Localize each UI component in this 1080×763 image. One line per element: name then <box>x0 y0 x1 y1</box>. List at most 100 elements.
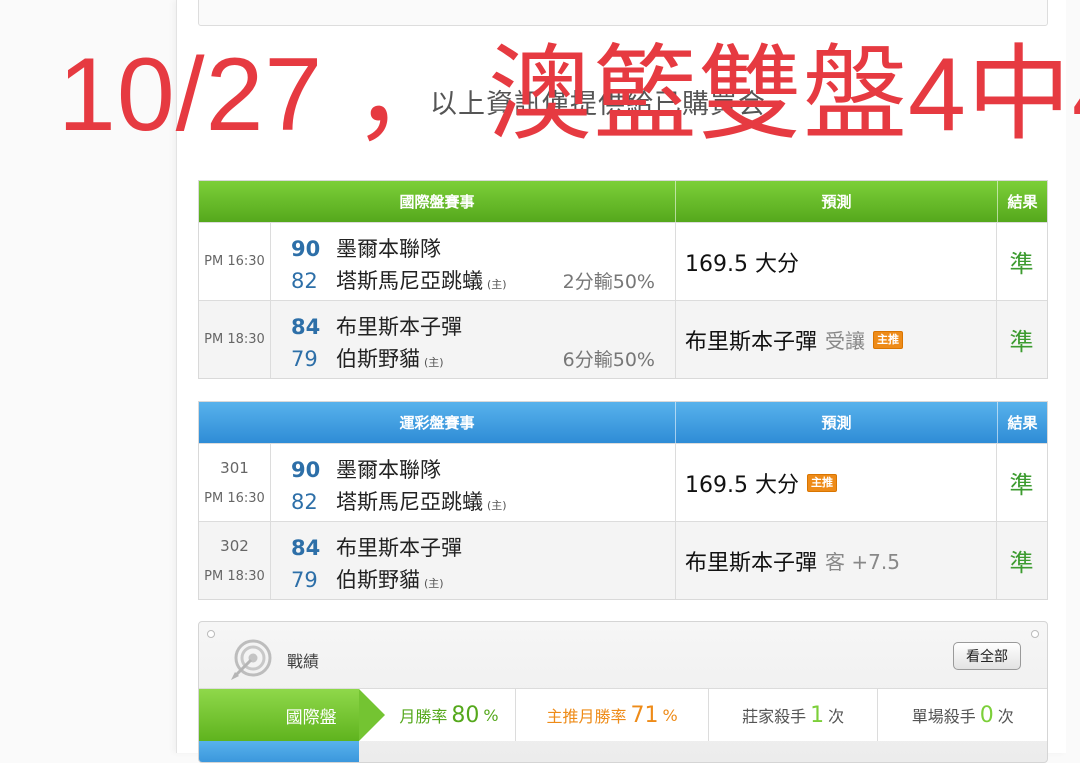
sports-lottery-prediction-table: 運彩盤賽事 預測 結果 301 PM 16:30 90 墨爾本聯隊 82 塔斯馬… <box>198 401 1048 600</box>
team-home: 82 塔斯馬尼亞跳蟻 (主) <box>291 265 507 295</box>
table-row: PM 18:30 84 布里斯本子彈 79 伯斯野貓 (主) 6分輸50% 布里… <box>199 300 1047 378</box>
teams-cell: 90 墨爾本聯隊 82 塔斯馬尼亞跳蟻 (主) <box>271 444 676 521</box>
corner-dot-icon <box>1031 630 1039 638</box>
team-score: 84 <box>291 315 321 339</box>
prediction-text: 布里斯本子彈 <box>685 550 818 576</box>
header-prediction: 預測 <box>676 181 998 222</box>
international-prediction-table: 國際盤賽事 預測 結果 PM 16:30 90 墨爾本聯隊 82 塔斯馬尼亞跳蟻… <box>198 180 1048 379</box>
team-name: 塔斯馬尼亞跳蟻 <box>336 269 483 293</box>
table-row: PM 16:30 90 墨爾本聯隊 82 塔斯馬尼亞跳蟻 (主) 2分輸50% … <box>199 222 1047 300</box>
match-time-cell: 301 PM 16:30 <box>199 444 271 521</box>
match-time: PM 18:30 <box>204 332 265 347</box>
single-killer-count: 單場殺手 0 次 <box>878 689 1047 741</box>
header-result: 結果 <box>1007 193 1038 211</box>
match-time-cell: PM 16:30 <box>199 223 271 300</box>
team-score: 90 <box>291 458 321 482</box>
result-cell: 準 <box>1009 471 1034 499</box>
stat-label: 莊家殺手 <box>742 707 807 726</box>
stat-label: 月勝率 <box>399 707 448 726</box>
target-icon <box>231 639 272 680</box>
stat-unit: % <box>662 705 678 725</box>
header-event: 運彩盤賽事 <box>199 402 676 443</box>
home-marker: (主) <box>487 278 507 291</box>
team-name: 墨爾本聯隊 <box>336 458 441 482</box>
team-away: 84 布里斯本子彈 <box>291 532 462 562</box>
teams-cell: 90 墨爾本聯隊 82 塔斯馬尼亞跳蟻 (主) 2分輸50% <box>271 223 676 300</box>
table-row: 302 PM 18:30 84 布里斯本子彈 79 伯斯野貓 (主) 布里斯本子… <box>199 521 1047 599</box>
record-panel: 戰績 看全部 國際盤 月勝率 80 % 主推月勝率 71 % 莊家殺手 1 次 … <box>198 621 1048 763</box>
team-score: 79 <box>291 568 318 592</box>
prediction-text: 169.5 大分 <box>685 472 799 498</box>
team-away: 84 布里斯本子彈 <box>291 311 462 341</box>
team-name: 墨爾本聯隊 <box>336 237 441 261</box>
header-result: 結果 <box>1007 414 1038 432</box>
team-name: 布里斯本子彈 <box>336 315 462 339</box>
result-cell: 準 <box>1009 250 1034 278</box>
team-name: 伯斯野貓 <box>336 347 420 371</box>
team-home: 82 塔斯馬尼亞跳蟻 (主) <box>291 486 507 516</box>
prediction-cell: 169.5 大分 主推 <box>676 444 997 521</box>
table-header: 運彩盤賽事 預測 結果 <box>199 402 1047 443</box>
stats-row: 國際盤 月勝率 80 % 主推月勝率 71 % 莊家殺手 1 次 單場殺手 0 … <box>199 688 1047 741</box>
home-marker: (主) <box>487 499 507 512</box>
header-prediction: 預測 <box>676 402 998 443</box>
stat-value: 1 <box>810 702 825 728</box>
stat-unit: 次 <box>997 707 1014 726</box>
stat-value: 71 <box>630 702 659 728</box>
prediction-subtext: 客 +7.5 <box>825 550 900 574</box>
team-name: 塔斯馬尼亞跳蟻 <box>336 490 483 514</box>
tab-label: 國際盤 <box>285 707 337 728</box>
match-time: PM 16:30 <box>204 491 265 506</box>
teams-cell: 84 布里斯本子彈 79 伯斯野貓 (主) 6分輸50% <box>271 301 676 378</box>
table-row: 301 PM 16:30 90 墨爾本聯隊 82 塔斯馬尼亞跳蟻 (主) 169… <box>199 443 1047 521</box>
view-all-button[interactable]: 看全部 <box>953 642 1021 670</box>
match-code: 302 <box>220 537 249 555</box>
overlay-headline: 10/27 ， 澳籃雙盤4中4 <box>58 37 1080 153</box>
team-score: 90 <box>291 237 321 261</box>
stat-unit: % <box>483 705 499 725</box>
main-pick-win-rate: 主推月勝率 71 % <box>516 689 709 741</box>
teams-cell: 84 布里斯本子彈 79 伯斯野貓 (主) <box>271 522 676 599</box>
team-away: 90 墨爾本聯隊 <box>291 233 441 263</box>
prediction-cell: 布里斯本子彈 受讓 主推 <box>676 301 997 378</box>
match-time-cell: PM 18:30 <box>199 301 271 378</box>
match-time: PM 16:30 <box>204 254 265 269</box>
corner-dot-icon <box>207 630 215 638</box>
tab-international[interactable]: 國際盤 <box>199 689 385 741</box>
record-title: 戰績 <box>287 652 320 671</box>
prediction-cell: 169.5 大分 <box>676 223 997 300</box>
next-tab-strip <box>199 741 359 762</box>
stat-label: 單場殺手 <box>911 707 976 726</box>
team-score: 82 <box>291 269 318 293</box>
stat-value: 0 <box>979 702 994 728</box>
handicap-text: 2分輸50% <box>562 271 655 293</box>
stat-label: 主推月勝率 <box>546 707 627 726</box>
house-killer-count: 莊家殺手 1 次 <box>709 689 879 741</box>
match-code: 301 <box>220 459 249 477</box>
prediction-subtext: 受讓 <box>825 329 866 353</box>
team-away: 90 墨爾本聯隊 <box>291 454 441 484</box>
team-home: 79 伯斯野貓 (主) <box>291 343 444 373</box>
handicap-text: 6分輸50% <box>562 349 655 371</box>
team-score: 79 <box>291 347 318 371</box>
stat-unit: 次 <box>828 707 845 726</box>
team-score: 84 <box>291 536 321 560</box>
main-pick-badge: 主推 <box>873 330 904 349</box>
prediction-text: 169.5 大分 <box>685 251 799 277</box>
stat-value: 80 <box>451 702 480 728</box>
team-name: 布里斯本子彈 <box>336 536 462 560</box>
team-name: 伯斯野貓 <box>336 568 420 592</box>
table-header: 國際盤賽事 預測 結果 <box>199 181 1047 222</box>
previous-card-bottom <box>198 0 1048 26</box>
team-score: 82 <box>291 490 318 514</box>
result-cell: 準 <box>1009 549 1034 577</box>
home-marker: (主) <box>424 356 444 369</box>
match-time: PM 18:30 <box>204 569 265 584</box>
prediction-cell: 布里斯本子彈 客 +7.5 <box>676 522 997 599</box>
main-pick-badge: 主推 <box>806 473 837 492</box>
header-event: 國際盤賽事 <box>199 181 676 222</box>
match-time-cell: 302 PM 18:30 <box>199 522 271 599</box>
home-marker: (主) <box>424 577 444 590</box>
prediction-text: 布里斯本子彈 <box>685 329 818 355</box>
result-cell: 準 <box>1009 328 1034 356</box>
